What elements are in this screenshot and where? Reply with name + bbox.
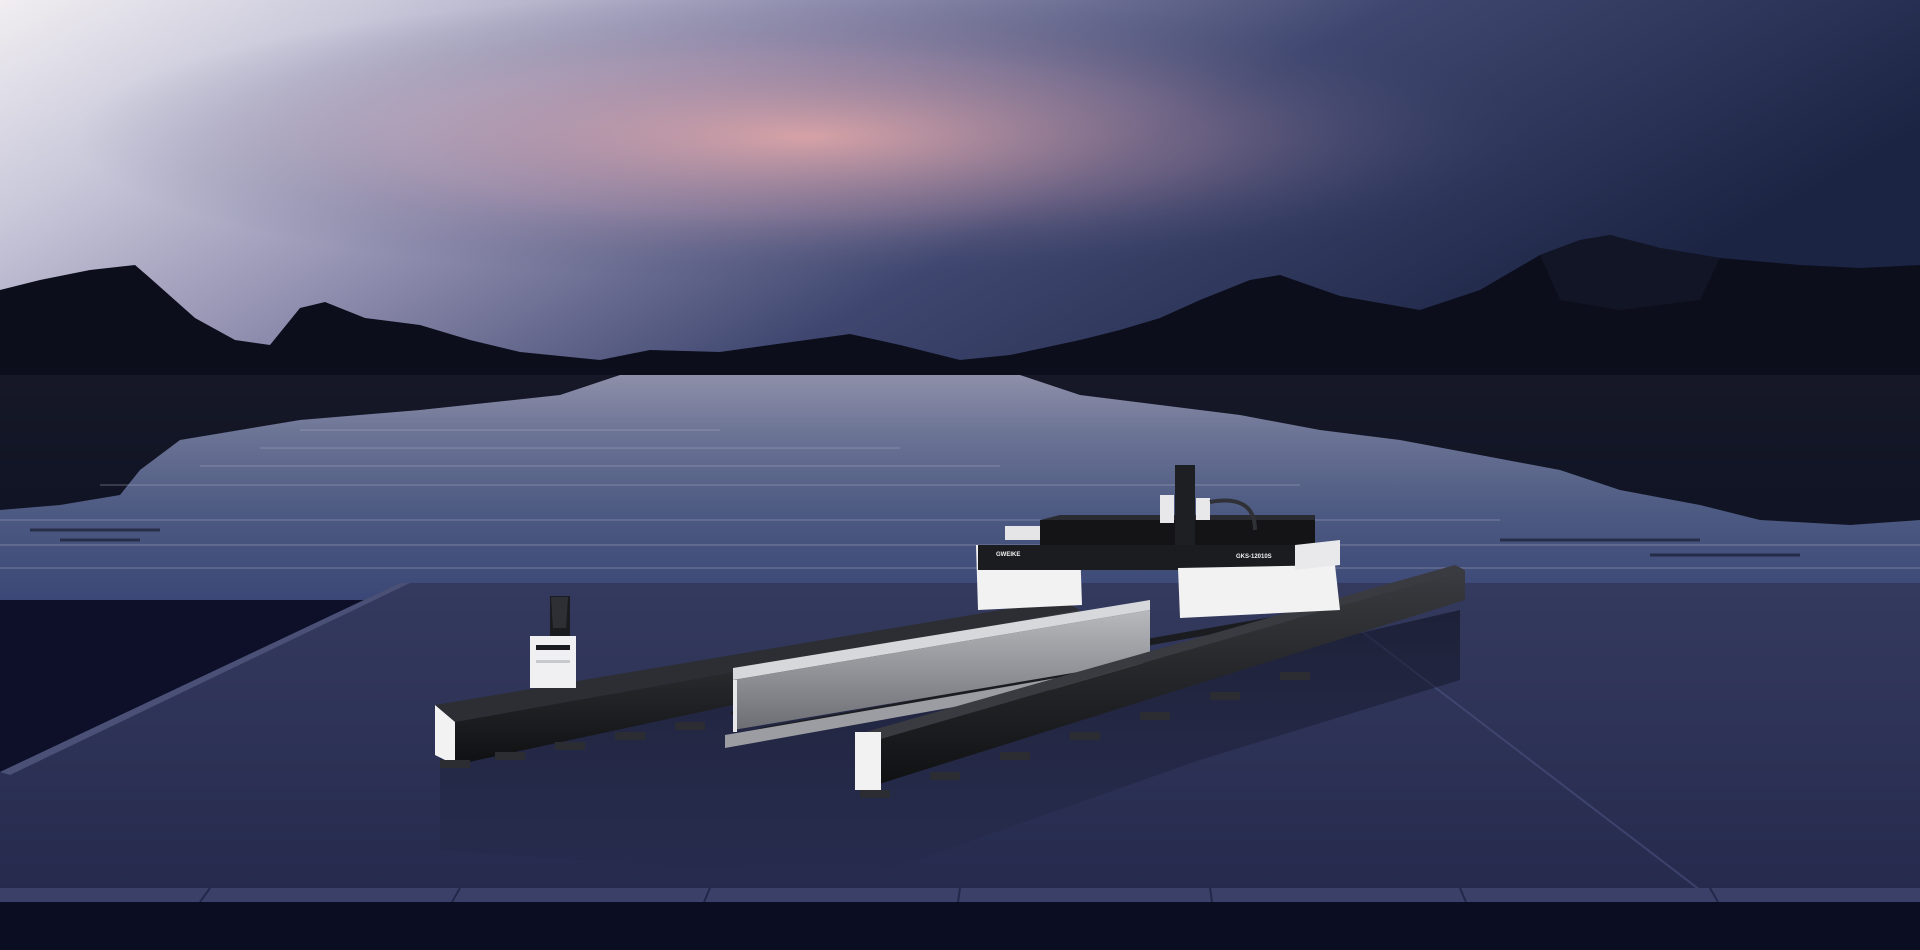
brand-label: GWEIKE xyxy=(996,552,1020,558)
product-scene: GWEIKE GKS-12010S xyxy=(0,0,1920,950)
lake-water xyxy=(0,375,1920,600)
foot-strip xyxy=(0,902,1920,950)
scene-canvas: GWEIKE GKS-12010S xyxy=(0,0,1920,950)
model-label: GKS-12010S xyxy=(1236,554,1272,560)
